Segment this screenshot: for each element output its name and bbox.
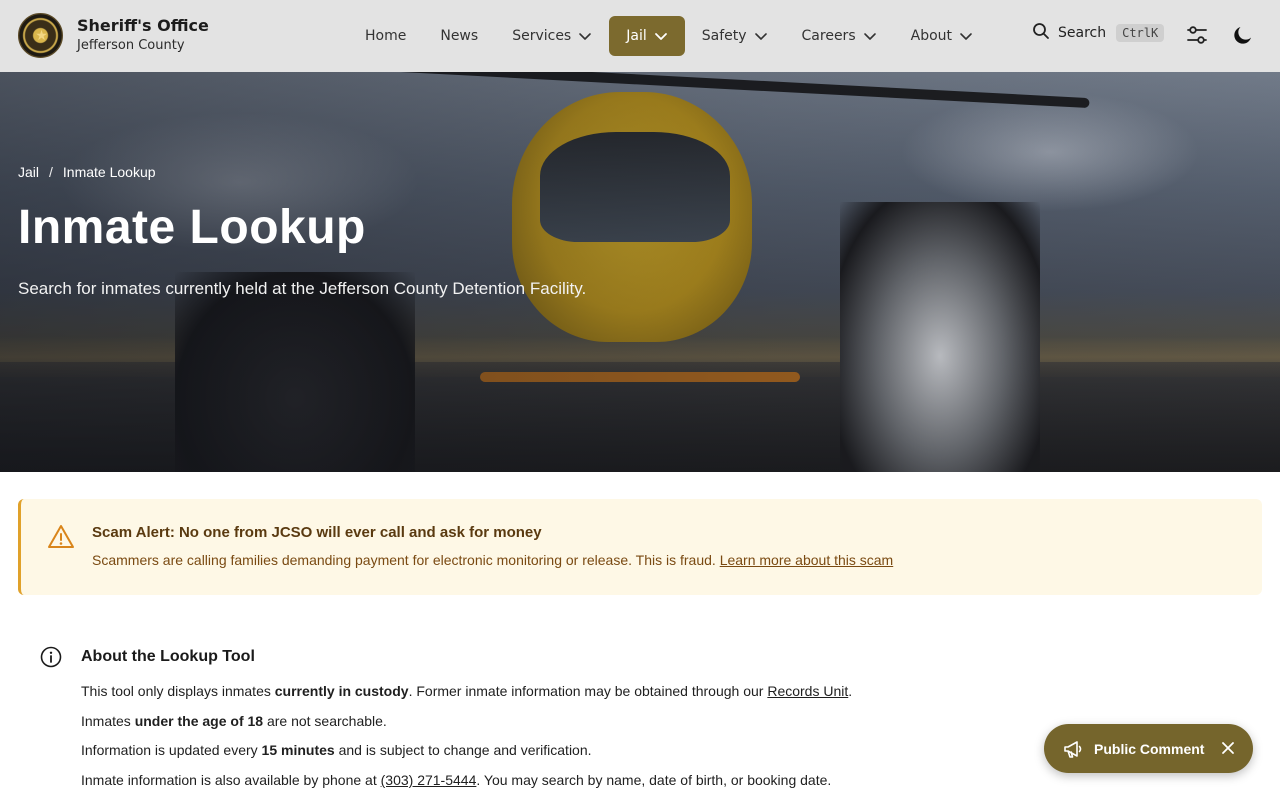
text: . You may search by name, date of birth,…	[476, 772, 832, 788]
public-comment-label: Public Comment	[1094, 740, 1205, 757]
alert-link[interactable]: Learn more about this scam	[720, 552, 894, 568]
site-header: Sheriff's Office Jefferson County Home N…	[0, 0, 1280, 72]
nav-item-news[interactable]: News	[423, 16, 495, 56]
text: and is subject to change and verificatio…	[334, 742, 592, 758]
nav-label: Home	[365, 28, 407, 44]
brand-home-link[interactable]: Sheriff's Office Jefferson County	[18, 13, 209, 59]
brand-text: Sheriff's Office Jefferson County	[77, 16, 209, 56]
brand-title: Sheriff's Office	[77, 15, 209, 35]
sheriff-badge-logo	[18, 13, 64, 59]
breadcrumb-separator: /	[49, 164, 53, 180]
about-line-custody: This tool only displays inmates currentl…	[81, 683, 852, 699]
close-icon[interactable]	[1219, 739, 1237, 757]
search-icon	[1032, 22, 1050, 44]
hero-banner: Jail / Inmate Lookup Inmate Lookup Searc…	[0, 72, 1280, 472]
warning-triangle-icon	[47, 523, 75, 551]
keyboard-shortcut-hint: CtrlK	[1116, 24, 1165, 42]
alert-title: Scam Alert: No one from JCSO will ever c…	[92, 524, 542, 541]
search-label: Search	[1058, 25, 1107, 41]
text: Inmate information is also available by …	[81, 772, 381, 788]
dark-mode-moon-icon	[1231, 23, 1255, 47]
text: are not searchable.	[263, 713, 387, 729]
page-title: Inmate Lookup	[18, 201, 366, 254]
about-line-phone: Inmate information is also available by …	[81, 772, 831, 788]
text: .	[848, 683, 853, 699]
alert-body: Scammers are calling families demanding …	[92, 552, 893, 568]
megaphone-icon	[1062, 738, 1084, 760]
nav-item-safety[interactable]: Safety	[685, 16, 785, 56]
nav-label: Careers	[801, 28, 856, 44]
nav-item-services[interactable]: Services	[495, 16, 609, 56]
search-button[interactable]: Search CtrlK	[1032, 22, 1165, 44]
settings-sliders-icon	[1185, 23, 1209, 47]
emphasis: 15 minutes	[261, 742, 335, 758]
main-nav: Home News Services Jail Safety Careers A…	[348, 16, 990, 56]
nav-item-about[interactable]: About	[894, 16, 990, 56]
about-title: About the Lookup Tool	[81, 648, 255, 665]
text: Information is updated every	[81, 742, 262, 758]
brand-subtitle: Jefferson County	[77, 37, 185, 53]
phone-link[interactable]: (303) 271-5444	[381, 772, 477, 788]
hero-overlay	[0, 72, 1280, 472]
nav-label: About	[910, 28, 953, 44]
breadcrumb-link-jail[interactable]: Jail	[18, 164, 39, 180]
alert-body-text: Scammers are calling families demanding …	[92, 552, 716, 568]
records-unit-link[interactable]: Records Unit	[767, 683, 848, 699]
nav-item-jail[interactable]: Jail	[609, 16, 685, 56]
text: Inmates	[81, 713, 135, 729]
chevron-down-icon	[959, 29, 973, 43]
nav-item-home[interactable]: Home	[348, 16, 423, 56]
nav-label: Services	[512, 28, 572, 44]
info-circle-icon	[40, 646, 62, 668]
breadcrumb: Jail / Inmate Lookup	[18, 164, 156, 180]
chevron-down-icon	[754, 29, 768, 43]
chevron-down-icon	[578, 29, 592, 43]
breadcrumb-current: Inmate Lookup	[62, 164, 156, 180]
emphasis: under the age of 18	[134, 713, 264, 729]
scam-alert: Scam Alert: No one from JCSO will ever c…	[18, 499, 1262, 595]
text: This tool only displays inmates	[81, 683, 275, 699]
chevron-down-icon	[863, 29, 877, 43]
page-subtitle: Search for inmates currently held at the…	[18, 279, 587, 298]
nav-label: Safety	[701, 28, 747, 44]
about-line-age: Inmates under the age of 18 are not sear…	[81, 713, 387, 729]
text: . Former inmate information may be obtai…	[408, 683, 768, 699]
dark-mode-toggle[interactable]	[1231, 23, 1255, 47]
settings-sliders-button[interactable]	[1185, 23, 1209, 47]
nav-item-careers[interactable]: Careers	[785, 16, 894, 56]
nav-label: Jail	[626, 28, 647, 44]
emphasis: currently in custody	[274, 683, 409, 699]
nav-label: News	[440, 28, 479, 44]
about-line-updates: Information is updated every 15 minutes …	[81, 742, 592, 758]
public-comment-button[interactable]: Public Comment	[1044, 724, 1253, 773]
chevron-down-icon	[654, 29, 668, 43]
